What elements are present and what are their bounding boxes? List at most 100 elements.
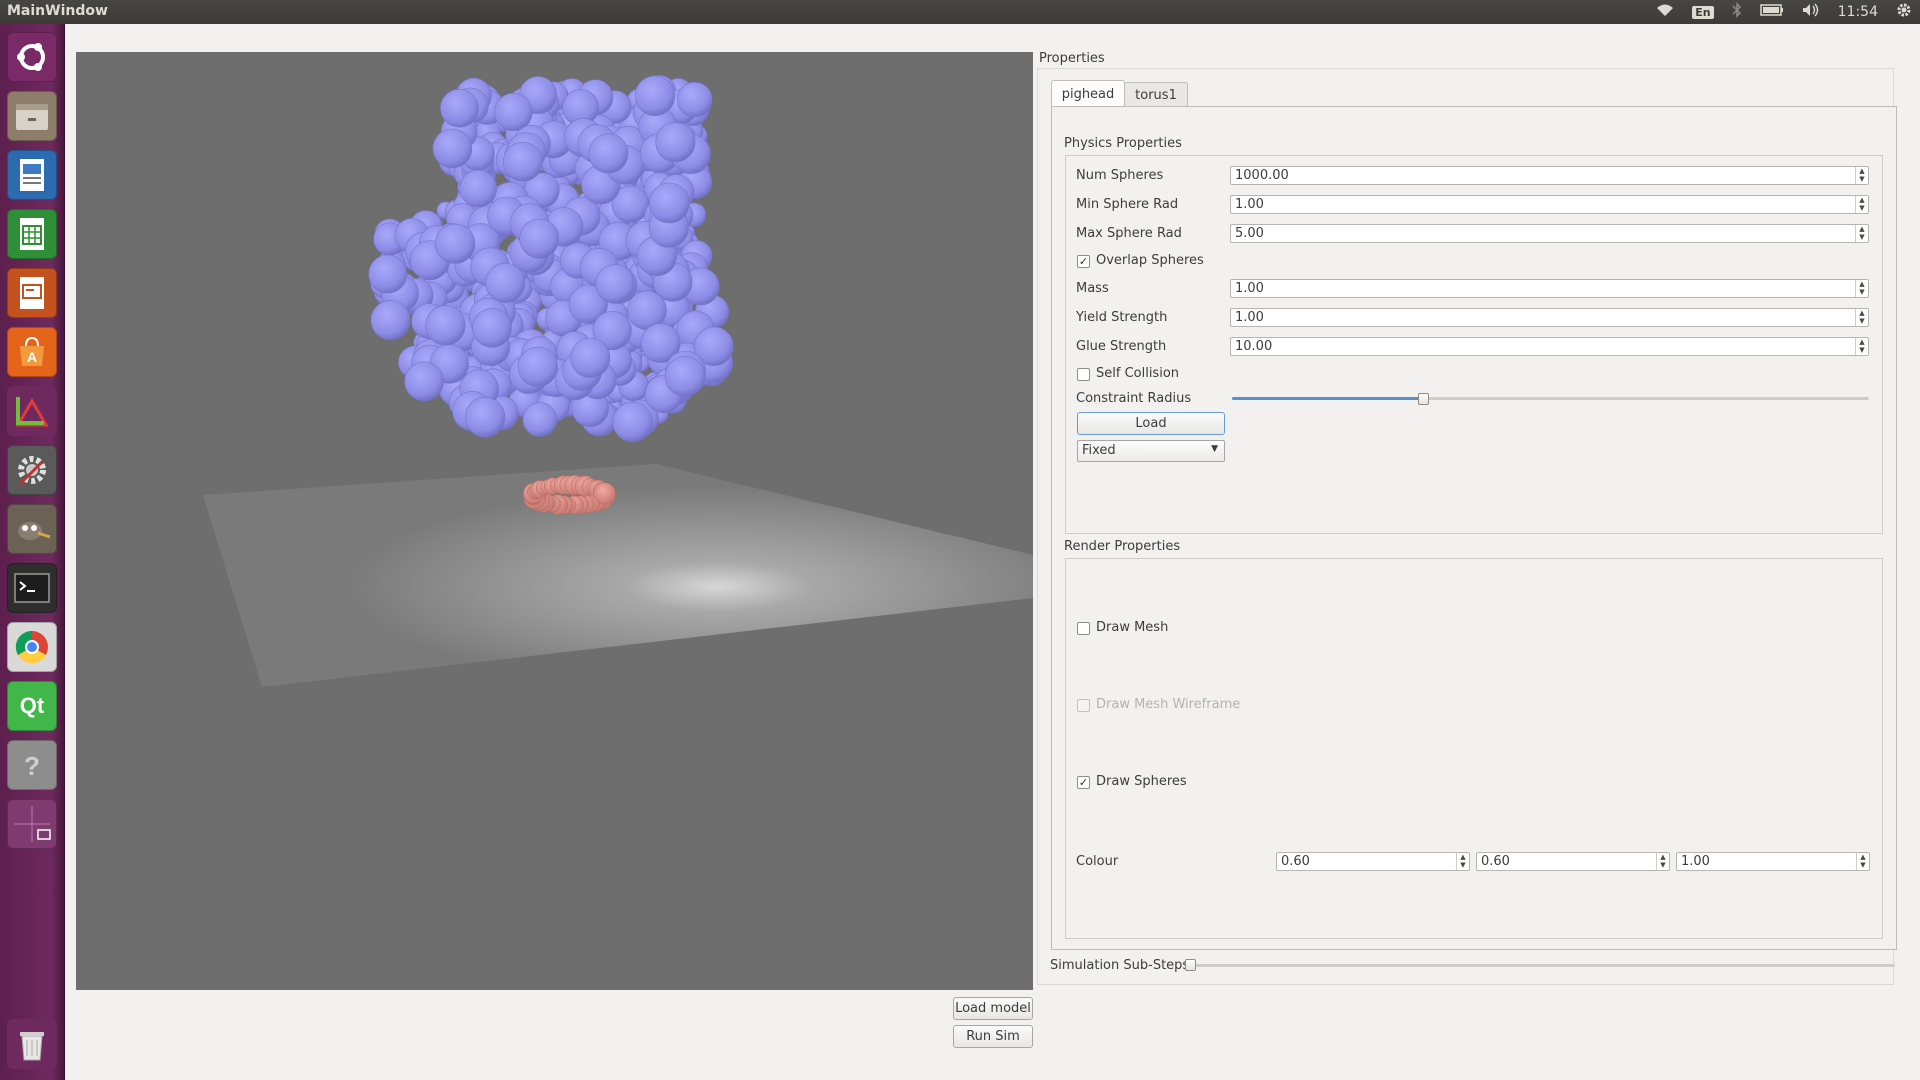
gimp-icon[interactable] [7, 504, 57, 554]
colour-r-spinbox[interactable]: 0.60 ▲ ▼ [1276, 852, 1470, 871]
constraint-radius-handle[interactable] [1418, 393, 1430, 405]
sphere [435, 223, 476, 264]
sphere [368, 254, 408, 294]
sphere [664, 356, 706, 397]
sphere [648, 182, 690, 224]
yield-strength-value: 1.00 [1235, 310, 1264, 325]
colour-g-value: 0.60 [1481, 854, 1510, 869]
draw-mesh-checkbox[interactable] [1077, 622, 1090, 635]
constraint-mode-dropdown[interactable]: Fixed ▼ [1077, 440, 1225, 462]
sphere [634, 75, 676, 116]
scene-render [76, 52, 1033, 990]
glue-strength-spinbox[interactable]: 10.00 ▲ ▼ [1230, 337, 1869, 356]
qt-label: Qt [19, 693, 45, 718]
yield-strength-label: Yield Strength [1076, 310, 1168, 325]
spin-arrows-icon[interactable]: ▲ ▼ [1456, 853, 1469, 870]
overlap-spheres-label: Overlap Spheres [1096, 253, 1204, 268]
sphere [522, 402, 557, 437]
num-spheres-value: 1000.00 [1235, 168, 1289, 183]
spin-arrows-icon[interactable]: ▲ ▼ [1855, 225, 1868, 242]
colour-label: Colour [1076, 854, 1119, 869]
properties-title: Properties [1039, 51, 1105, 66]
constraint-radius-label: Constraint Radius [1076, 391, 1192, 406]
impress-icon[interactable] [7, 268, 57, 318]
sphere [519, 218, 560, 259]
spin-arrows-icon[interactable]: ▲ ▼ [1855, 309, 1868, 326]
clock[interactable]: 11:54 [1838, 4, 1878, 20]
sphere [425, 305, 466, 346]
tab-pighead[interactable]: pighead [1051, 80, 1125, 107]
render-group [1065, 558, 1883, 939]
draw-spheres-checkbox[interactable]: ✓ [1077, 776, 1090, 789]
calc-icon[interactable] [7, 209, 57, 259]
ubuntu-dash-icon[interactable] [7, 32, 57, 82]
tab-torus1[interactable]: torus1 [1124, 82, 1188, 107]
system-gear-icon[interactable] [1896, 2, 1912, 22]
simulation-substeps-label: Simulation Sub-Steps [1050, 958, 1190, 973]
sphere [588, 133, 629, 174]
volume-icon[interactable] [1802, 3, 1820, 21]
load-model-button[interactable]: Load model [953, 997, 1033, 1020]
colour-b-spinbox[interactable]: 1.00 ▲ ▼ [1676, 852, 1870, 871]
sphere [472, 308, 512, 348]
chrome-icon[interactable] [7, 622, 57, 672]
max-sphere-rad-label: Max Sphere Rad [1076, 226, 1182, 241]
colour-b-value: 1.00 [1681, 854, 1710, 869]
spin-arrows-icon[interactable]: ▲ ▼ [1855, 280, 1868, 297]
simulation-substeps-slider[interactable] [1190, 964, 1895, 967]
constraint-radius-fill [1232, 397, 1424, 400]
glue-strength-label: Glue Strength [1076, 339, 1167, 354]
help-icon[interactable]: ? [7, 740, 57, 790]
wifi-icon[interactable] [1656, 3, 1674, 21]
draw-mesh-label: Draw Mesh [1096, 620, 1169, 635]
workspaces-icon[interactable] [7, 799, 57, 849]
draw-spheres-label: Draw Spheres [1096, 774, 1187, 789]
writer-icon[interactable] [7, 150, 57, 200]
spin-arrows-icon[interactable]: ▲ ▼ [1656, 853, 1669, 870]
trash-icon[interactable] [7, 1019, 57, 1069]
sphere [432, 128, 473, 169]
run-sim-button[interactable]: Run Sim [953, 1025, 1033, 1048]
self-collision-checkbox[interactable] [1077, 368, 1090, 381]
launcher: A Qt ? [0, 24, 65, 1080]
glue-strength-value: 10.00 [1235, 339, 1273, 354]
mass-value: 1.00 [1235, 281, 1264, 296]
colour-r-value: 0.60 [1281, 854, 1310, 869]
sphere [570, 337, 611, 378]
constraint-mode-value: Fixed [1082, 443, 1116, 458]
software-center-icon[interactable]: A [7, 327, 57, 377]
gl-viewport[interactable] [76, 52, 1033, 990]
terminal-icon[interactable] [7, 563, 57, 613]
sphere [370, 300, 411, 341]
bluetooth-icon[interactable] [1732, 2, 1742, 22]
mass-spinbox[interactable]: 1.00 ▲ ▼ [1230, 279, 1869, 298]
qt-creator-icon[interactable]: Qt [7, 681, 57, 731]
min-sphere-rad-spinbox[interactable]: 1.00 ▲ ▼ [1230, 195, 1869, 214]
num-spheres-label: Num Spheres [1076, 168, 1164, 183]
sphere [517, 346, 558, 387]
keyboard-layout-indicator[interactable]: En [1692, 5, 1714, 19]
render-properties-title: Render Properties [1064, 539, 1181, 554]
files-icon[interactable] [7, 91, 57, 141]
spin-arrows-icon[interactable]: ▲ ▼ [1855, 196, 1868, 213]
load-button[interactable]: Load [1077, 412, 1225, 435]
sphere [655, 122, 696, 163]
draw-mesh-wireframe-label: Draw Mesh Wireframe [1096, 697, 1241, 712]
sphere [595, 264, 635, 304]
chevron-down-icon: ▼ [1211, 444, 1218, 454]
settings-icon[interactable] [7, 445, 57, 495]
spin-arrows-icon[interactable]: ▲ ▼ [1855, 338, 1868, 355]
max-sphere-rad-spinbox[interactable]: 5.00 ▲ ▼ [1230, 224, 1869, 243]
draw-mesh-wireframe-checkbox[interactable] [1077, 699, 1090, 712]
yield-strength-spinbox[interactable]: 1.00 ▲ ▼ [1230, 308, 1869, 327]
colour-g-spinbox[interactable]: 0.60 ▲ ▼ [1476, 852, 1670, 871]
battery-icon[interactable] [1759, 3, 1784, 21]
spin-arrows-icon[interactable]: ▲ ▼ [1856, 853, 1869, 870]
simulation-substeps-handle[interactable] [1185, 959, 1196, 971]
window-title: MainWindow [7, 3, 108, 19]
cad-icon[interactable] [7, 386, 57, 436]
spin-arrows-icon[interactable]: ▲ ▼ [1855, 167, 1868, 184]
overlap-spheres-checkbox[interactable]: ✓ [1077, 255, 1090, 268]
num-spheres-spinbox[interactable]: 1000.00 ▲ ▼ [1230, 166, 1869, 185]
mass-label: Mass [1076, 281, 1109, 296]
